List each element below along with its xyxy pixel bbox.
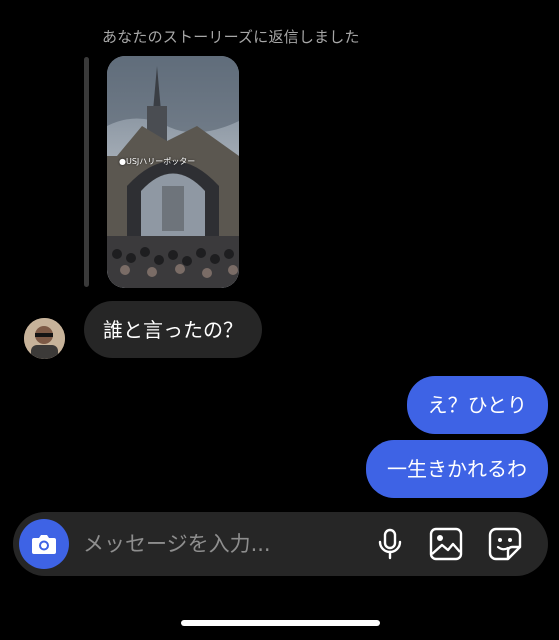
message-input[interactable] — [83, 526, 353, 562]
incoming-message[interactable]: 誰と言ったの？ — [84, 301, 262, 358]
story-image — [107, 56, 239, 288]
story-reply-bar — [84, 57, 89, 287]
camera-button[interactable] — [19, 519, 69, 569]
microphone-icon — [378, 528, 402, 560]
home-indicator — [181, 620, 380, 626]
sticker-button[interactable] — [488, 527, 522, 561]
camera-icon — [32, 535, 56, 554]
voice-button[interactable] — [373, 527, 407, 561]
gallery-button[interactable] — [429, 527, 463, 561]
message-composer — [13, 512, 548, 576]
image-icon — [429, 527, 463, 561]
outgoing-message[interactable]: え？ひとり — [406, 376, 548, 434]
reply-label: あなたのストーリーズに返信しました — [102, 28, 360, 46]
sticker-icon — [488, 527, 522, 561]
story-thumbnail[interactable]: ●USJハリーポッター — [107, 56, 239, 288]
avatar[interactable] — [24, 318, 65, 359]
outgoing-message[interactable]: 一生きかれるわ — [366, 440, 548, 498]
story-caption: ●USJハリーポッター — [119, 157, 196, 166]
